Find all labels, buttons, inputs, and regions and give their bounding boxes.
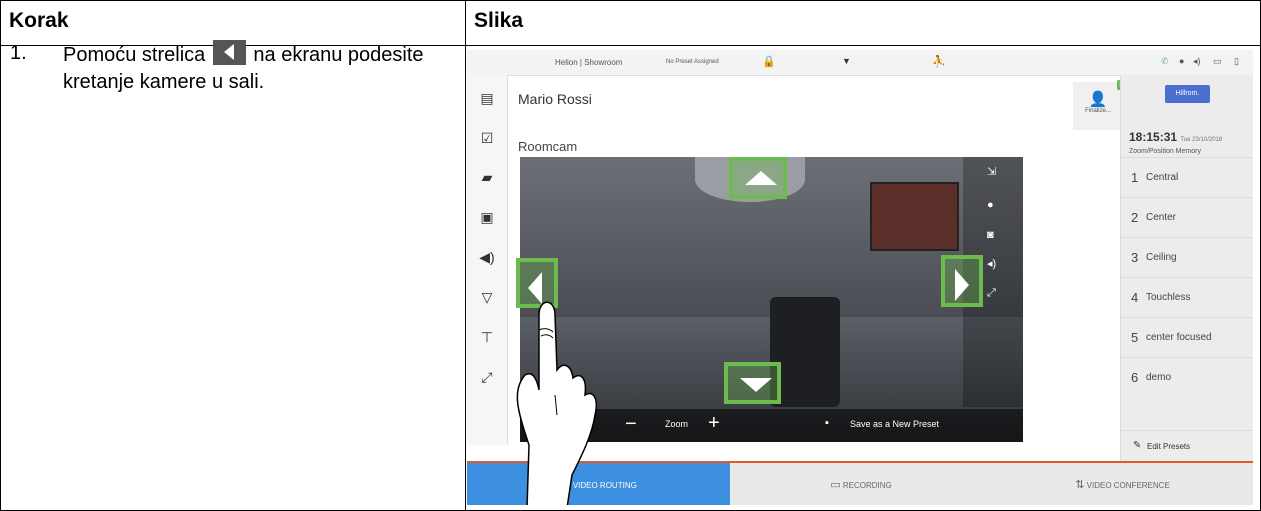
finalize-label: Finalize... [1085,108,1111,114]
exit-fullscreen-icon[interactable]: ⇲ [987,165,996,178]
preset-number: 3 [1131,250,1139,265]
tab-video-conference-label: VIDEO CONFERENCE [1086,481,1170,490]
preset-label: Ceiling [1146,252,1177,263]
preset-label: demo [1146,372,1172,383]
patient-card-icon[interactable]: ▤ [479,91,495,105]
zoom-out-button[interactable]: − [625,413,637,436]
save-icon: ▪ [825,417,829,429]
person-icon[interactable]: ⛹ [932,55,946,68]
arrow-up-icon [745,171,777,185]
volume-icon[interactable]: ◂) [1193,56,1201,67]
preset-number: 5 [1131,330,1139,345]
finalize-button[interactable]: 👤 Finalize... 12 [1073,80,1127,130]
header-image-cell: Slika [465,0,1261,46]
speaker-icon[interactable]: ◀) [479,250,495,264]
preset-label: Center [1146,212,1177,223]
preset-item[interactable]: 5 center focused [1121,317,1253,358]
top-bar: Helion | Showroom No Preset Assigned 🔒 ▼… [467,50,1253,76]
phone-icon[interactable]: ✆ [1161,56,1169,67]
sidebar: ▤ ☑ ▰ ▣ ◀) ▽ ⊤ ⤢ [467,75,508,445]
tab-video-routing[interactable]: ▭ VIDEO ROUTING [467,463,730,505]
tablet-screenshot: Helion | Showroom No Preset Assigned 🔒 ▼… [467,50,1253,505]
zoom-label: Zoom [665,419,689,429]
edit-presets-button[interactable]: ✎ Edit Presets [1121,430,1253,462]
expand-icon[interactable]: ⤢ [987,287,996,300]
header-step: Korak [9,9,69,32]
snapshot-icon[interactable]: ◙ [987,229,994,241]
step-cell [0,45,466,511]
arrow-up-button[interactable] [729,157,787,199]
lock-icon[interactable]: 🔒 [762,55,776,68]
surgical-table-icon[interactable]: ⊤ [479,330,495,344]
arrow-left-button[interactable] [516,258,558,308]
preset-item[interactable]: 1 Central [1121,157,1253,198]
preset-number: 4 [1131,290,1139,305]
network-icon[interactable]: ▭ [1213,56,1222,67]
left-arrow-icon [212,40,246,65]
save-preset-button[interactable]: Save as a New Preset [850,419,939,429]
preset-item[interactable]: 4 Touchless [1121,277,1253,318]
monitor-icon: ▭ [560,479,571,491]
preset-number: 6 [1131,370,1139,385]
record-dot-icon[interactable]: ● [987,199,994,211]
location-label: Helion | Showroom [555,58,623,67]
header-image: Slika [474,9,524,32]
conference-icon: ⇅ [1075,479,1085,491]
edit-presets-label: Edit Presets [1147,442,1191,451]
preset-label: Touchless [1146,292,1191,303]
brand-logo: Hillrom. [1165,85,1210,103]
camera-icon: ▭ [830,479,841,491]
preset-panel: Hillrom. 18:15:31 Tue 23/10/2018 Zoom/Po… [1120,75,1253,461]
tab-recording-label: RECORDING [842,481,892,490]
preset-status-label: No Preset Assigned [666,59,719,65]
clock-time: 18:15:31 [1129,130,1178,144]
bottom-tab-bar: ▭ VIDEO ROUTING ▭ RECORDING ⇅ VIDEO CONF… [467,461,1253,505]
tab-video-routing-label: VIDEO ROUTING [572,481,637,490]
preset-number: 2 [1131,210,1139,225]
layers-icon[interactable]: ▰ [479,170,495,184]
step-text: Pomoću strelica na ekranu podesite kreta… [63,40,453,96]
zoom-in-button[interactable]: + [708,412,720,435]
preset-label: center focused [1146,332,1212,343]
clock-date: Tue 23/10/2018 [1180,137,1223,143]
camera-label: Roomcam [518,139,578,154]
preset-item[interactable]: 6 demo [1121,357,1253,398]
step-number: 1. [10,42,27,64]
step-text-before: Pomoću strelica [63,44,206,66]
arrow-down-button[interactable] [724,362,781,404]
pencil-icon: ✎ [1133,440,1142,451]
chevron-down-icon[interactable]: ▼ [842,56,851,66]
display-icon[interactable]: ▣ [479,210,495,224]
arrow-down-icon [740,378,772,392]
zoom-bar: − Zoom + ▪ Save as a New Preset [520,409,1023,442]
arrow-right-icon [955,269,969,301]
memory-title: Zoom/Position Memory [1129,148,1201,155]
patient-name: Mario Rossi [518,91,592,107]
tab-recording[interactable]: ▭ RECORDING [730,463,992,505]
arrow-right-button[interactable] [941,255,983,307]
battery-icon: ▯ [1234,56,1239,66]
preset-item[interactable]: 2 Center [1121,197,1253,238]
preset-number: 1 [1131,170,1139,185]
record-icon[interactable]: ● [1179,56,1184,66]
preset-item[interactable]: 3 Ceiling [1121,237,1253,278]
camera-move-icon[interactable]: ⤢ [479,370,495,384]
preset-label: Central [1146,172,1179,183]
video-monitor [870,182,959,251]
checklist-icon[interactable]: ☑ [479,131,495,145]
light-icon[interactable]: ▽ [479,290,495,304]
tab-video-conference[interactable]: ⇅ VIDEO CONFERENCE [992,463,1253,505]
user-check-icon: 👤 [1088,91,1108,108]
audio-icon[interactable]: ◂) [987,257,996,270]
arrow-left-icon [528,272,542,304]
clock: 18:15:31 Tue 23/10/2018 [1129,130,1222,144]
